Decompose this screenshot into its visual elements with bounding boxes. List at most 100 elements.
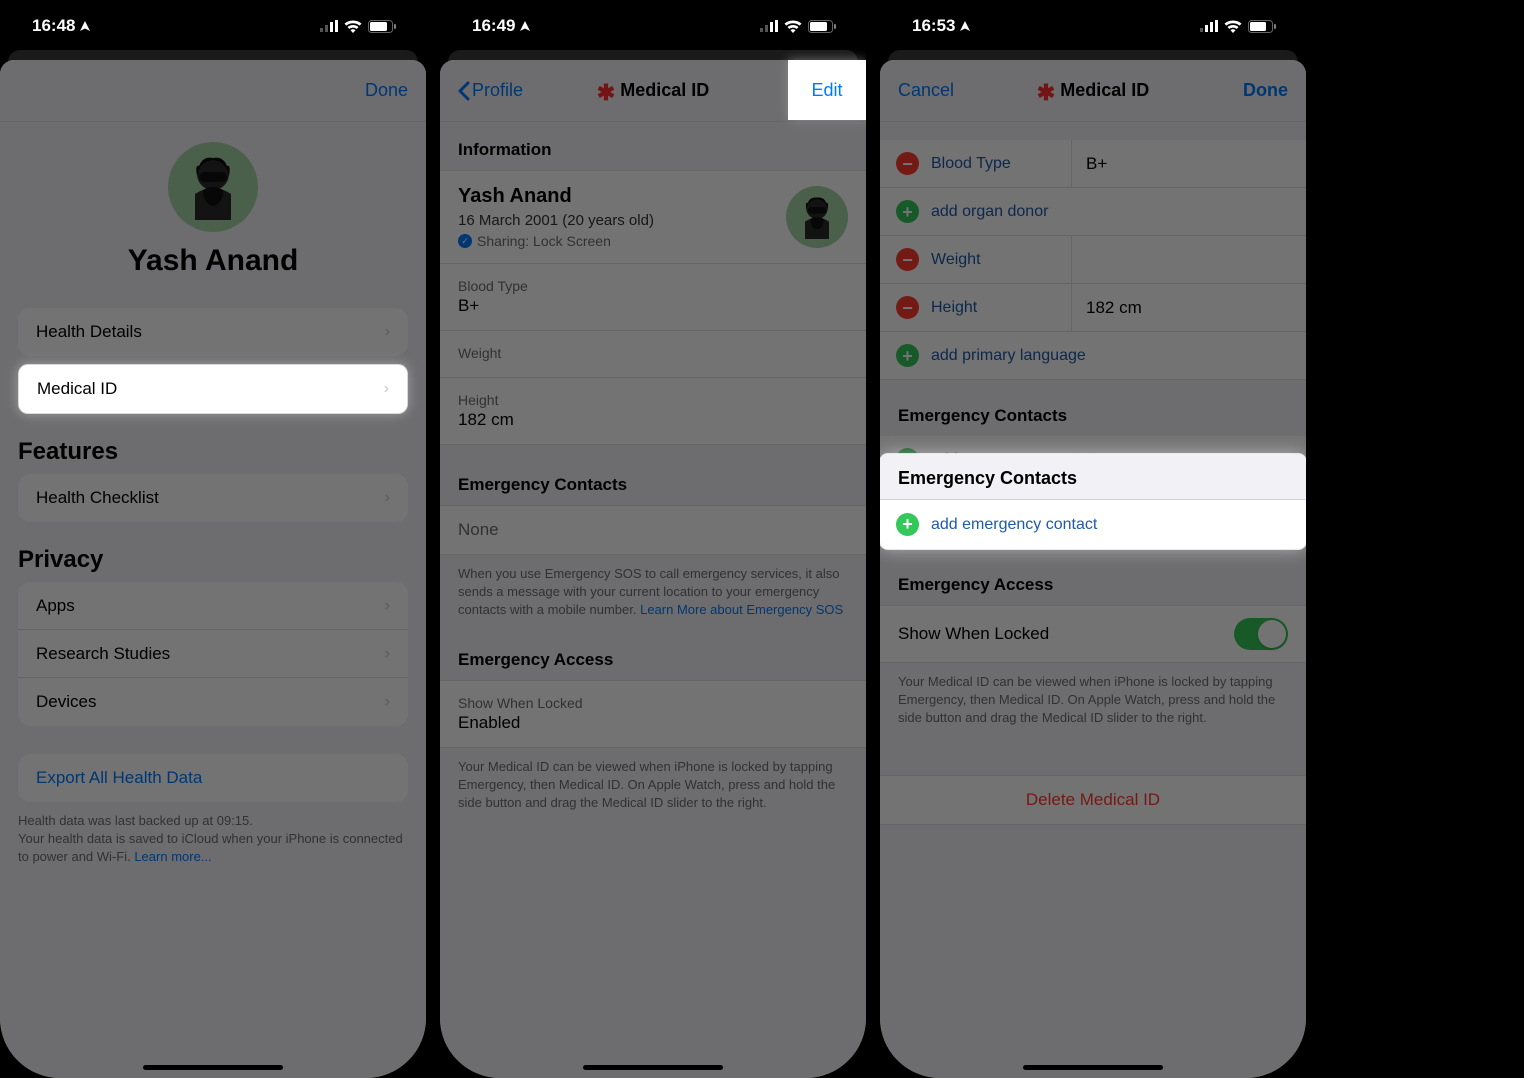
plus-icon[interactable]: +	[896, 344, 919, 367]
minus-icon[interactable]: −	[896, 152, 919, 175]
height-block: Height 182 cm	[440, 378, 866, 445]
cancel-button[interactable]: Cancel	[898, 80, 988, 101]
weight-row[interactable]: − Weight	[880, 236, 1306, 284]
backup-footer: Health data was last backed up at 09:15.…	[0, 802, 426, 887]
home-indicator[interactable]	[143, 1065, 283, 1070]
emergency-contacts-header: Emergency Contacts	[880, 454, 1306, 500]
profile-sheet: Done Yash Anand Health Details › Medical…	[0, 60, 426, 1078]
show-when-locked-row[interactable]: Show When Locked	[880, 605, 1306, 663]
plus-icon[interactable]: +	[896, 200, 919, 223]
check-icon: ✓	[458, 234, 472, 248]
chevron-icon: ›	[384, 380, 389, 398]
back-button[interactable]: Profile	[458, 80, 548, 101]
contacts-none: None	[440, 505, 866, 555]
status-icons	[1200, 20, 1276, 33]
privacy-header: Privacy	[0, 522, 426, 582]
weight-block: Weight	[440, 331, 866, 378]
weight-value[interactable]	[1071, 236, 1306, 283]
avatar-small	[786, 186, 848, 248]
add-organ-donor-row[interactable]: + add organ donor	[880, 188, 1306, 236]
weight-label: Weight	[931, 239, 1071, 281]
sos-learn-more-link[interactable]: Learn More about Emergency SOS	[640, 602, 843, 617]
learn-more-link[interactable]: Learn more...	[134, 849, 211, 864]
health-details-label: Health Details	[36, 322, 142, 342]
status-icons	[760, 20, 836, 33]
devices-label: Devices	[36, 692, 96, 712]
height-value[interactable]: 182 cm	[1071, 284, 1306, 331]
chevron-icon: ›	[385, 597, 390, 615]
status-bar: 16:53	[880, 0, 1306, 52]
blood-type-label: Blood Type	[458, 278, 848, 294]
location-icon	[79, 20, 91, 32]
footer-line1: Health data was last backed up at 09:15.	[18, 813, 253, 828]
research-row[interactable]: Research Studies ›	[18, 630, 408, 678]
apps-label: Apps	[36, 596, 75, 616]
emergency-contacts-header: Emergency Contacts	[440, 445, 866, 505]
location-icon	[519, 20, 531, 32]
back-label: Profile	[472, 80, 523, 101]
sharing-row: ✓ Sharing: Lock Screen	[458, 233, 654, 249]
export-row[interactable]: Export All Health Data	[18, 754, 408, 802]
status-bar: 16:49	[440, 0, 866, 52]
home-indicator[interactable]	[583, 1065, 723, 1070]
nav-bar: Cancel ✱ Medical ID Done	[880, 60, 1306, 122]
battery-icon	[1248, 20, 1276, 33]
medical-id-row[interactable]: Medical ID ›	[18, 364, 408, 414]
locked-value: Enabled	[458, 713, 848, 733]
privacy-list: Apps › Research Studies › Devices ›	[18, 582, 408, 726]
add-emergency-contact-label: add emergency contact	[931, 516, 1097, 534]
emergency-access-header: Emergency Access	[880, 569, 1306, 605]
home-indicator[interactable]	[1023, 1065, 1163, 1070]
height-label: Height	[458, 392, 848, 408]
health-details-row[interactable]: Health Details ›	[18, 308, 408, 356]
information-header: Information	[440, 122, 866, 170]
top-list: Health Details ›	[18, 308, 408, 356]
height-value: 182 cm	[458, 410, 848, 430]
locked-block: Show When Locked Enabled	[440, 680, 866, 748]
status-bar: 16:48	[0, 0, 426, 52]
phone-1: 16:48 Done Yash Anand Health Details ›	[0, 0, 426, 1078]
toggle-knob	[1258, 620, 1286, 648]
title-text: Medical ID	[620, 80, 709, 101]
phone-2: 16:49 Profile ✱ Medical ID Edit Informat…	[440, 0, 866, 1078]
blood-type-block: Blood Type B+	[440, 264, 866, 331]
minus-icon[interactable]: −	[896, 296, 919, 319]
height-row[interactable]: − Height 182 cm	[880, 284, 1306, 332]
toggle-switch[interactable]	[1234, 618, 1288, 650]
contacts-none-text: None	[458, 520, 848, 540]
time-label: 16:53	[912, 16, 955, 36]
edit-sheet: Cancel ✱ Medical ID Done − Blood Type B+…	[880, 60, 1306, 1078]
time-label: 16:49	[472, 16, 515, 36]
minus-icon[interactable]: −	[896, 248, 919, 271]
title-text: Medical ID	[1060, 80, 1149, 101]
apps-row[interactable]: Apps ›	[18, 582, 408, 630]
battery-icon	[368, 20, 396, 33]
chevron-icon: ›	[385, 323, 390, 341]
blood-type-row[interactable]: − Blood Type B+	[880, 140, 1306, 188]
wifi-icon	[344, 20, 362, 33]
delete-medical-id-button[interactable]: Delete Medical ID	[880, 775, 1306, 825]
plus-icon[interactable]: +	[896, 513, 919, 536]
health-checklist-row[interactable]: Health Checklist ›	[18, 474, 408, 522]
sos-footer: When you use Emergency SOS to call emerg…	[440, 555, 866, 640]
sharing-text: Sharing: Lock Screen	[477, 233, 611, 249]
blood-type-value[interactable]: B+	[1071, 140, 1306, 187]
location-icon	[959, 20, 971, 32]
edit-button[interactable]: Edit	[788, 60, 866, 120]
locked-label: Show When Locked	[458, 695, 848, 711]
cellular-icon	[320, 20, 338, 32]
devices-row[interactable]: Devices ›	[18, 678, 408, 726]
nav-bar: Done	[0, 60, 426, 122]
medical-asterisk-icon: ✱	[1037, 80, 1055, 106]
height-label: Height	[931, 287, 1071, 329]
status-time: 16:53	[912, 16, 971, 36]
add-primary-language-row[interactable]: + add primary language	[880, 332, 1306, 380]
export-label: Export All Health Data	[36, 768, 202, 788]
locked-footer: Your Medical ID can be viewed when iPhon…	[440, 748, 866, 833]
add-emergency-contact-row[interactable]: + add emergency contact	[880, 500, 1306, 549]
avatar	[168, 142, 258, 232]
done-button[interactable]: Done	[318, 80, 408, 101]
done-button[interactable]: Done	[1198, 80, 1288, 101]
medical-id-label: Medical ID	[37, 379, 117, 399]
status-time: 16:49	[472, 16, 531, 36]
